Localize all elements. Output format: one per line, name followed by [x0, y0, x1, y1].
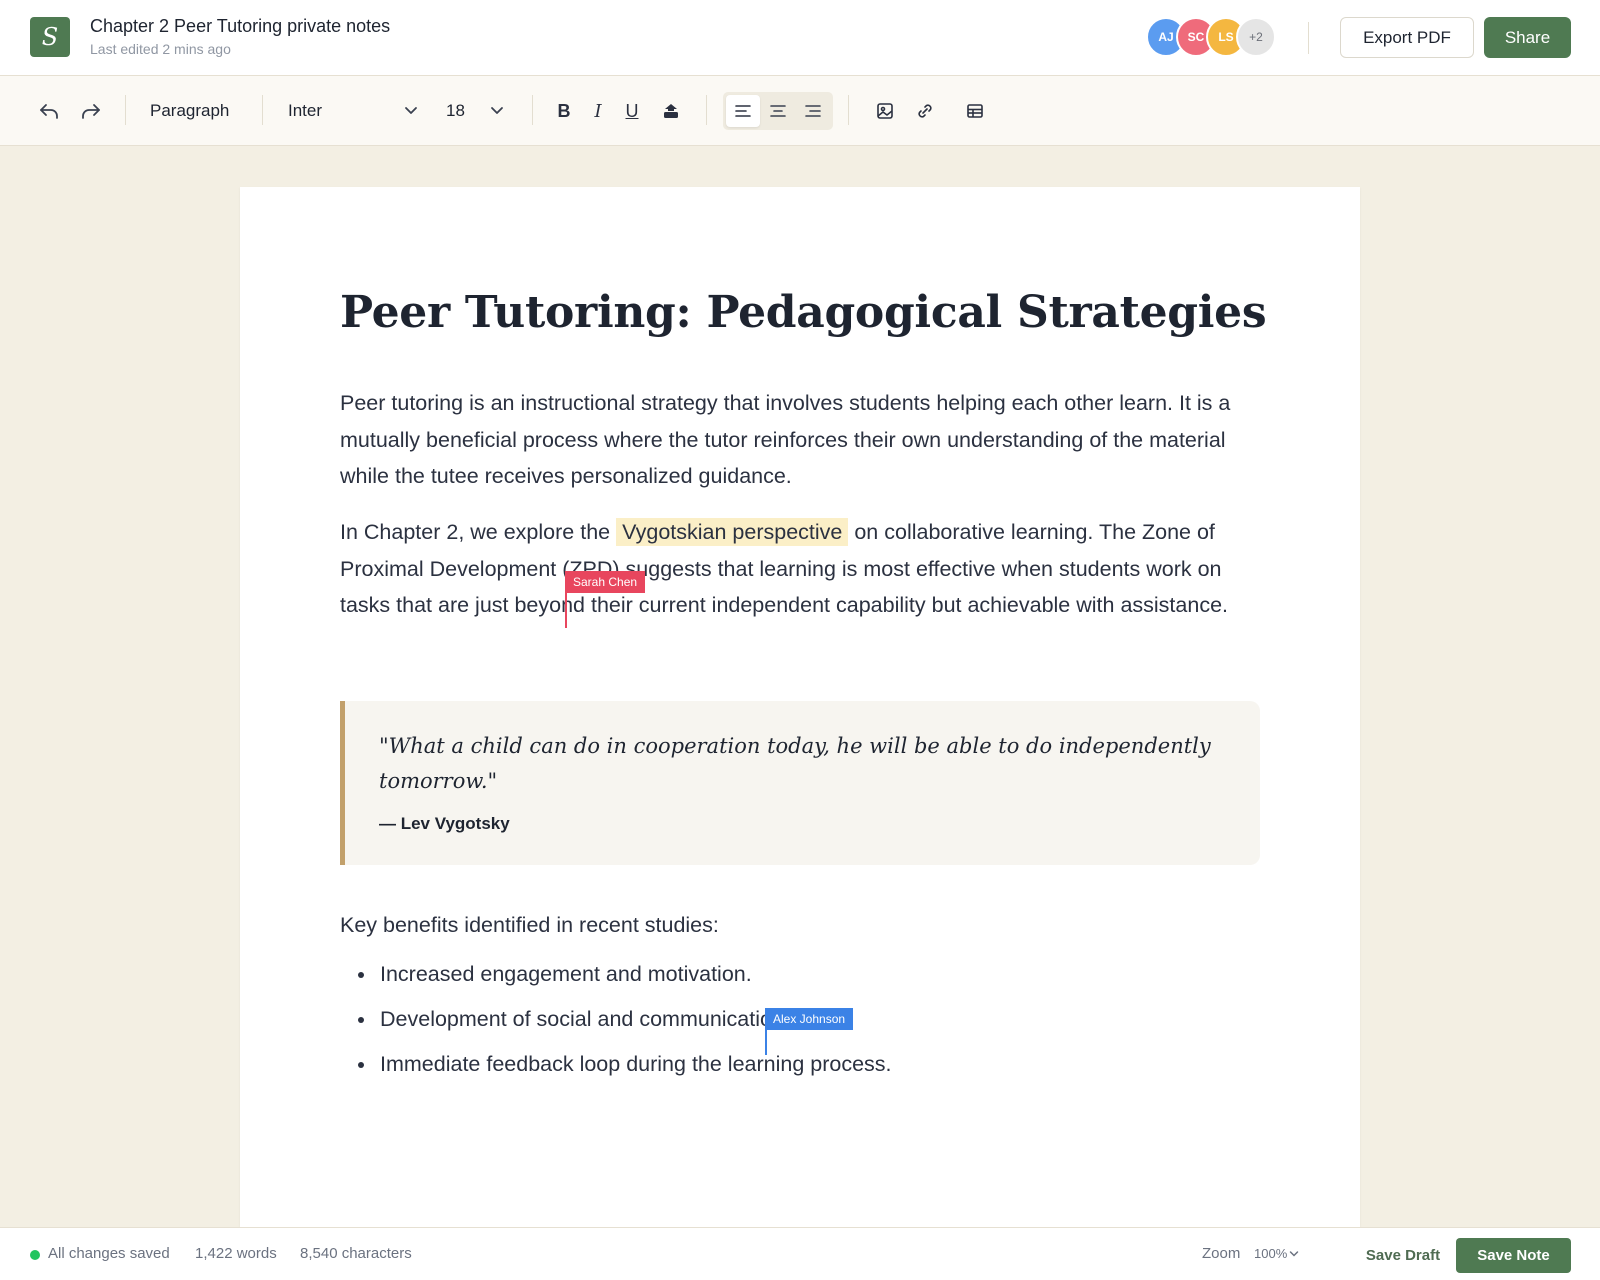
last-edited-status: Last edited 2 mins ago [90, 41, 231, 57]
zoom-value: 100% [1254, 1246, 1288, 1261]
align-right-icon[interactable] [801, 100, 825, 122]
zoom-label: Zoom [1202, 1245, 1241, 1262]
formatting-toolbar: Paragraph Inter 18 B I U [0, 76, 1600, 146]
paragraph[interactable]: In Chapter 2, we explore the Vygotskian … [340, 514, 1260, 624]
underline-button[interactable]: U [620, 98, 644, 124]
insert-image-icon[interactable] [872, 99, 898, 123]
paragraph[interactable]: Peer tutoring is an instructional strate… [340, 385, 1260, 495]
more-collaborators-badge[interactable]: +2 [1236, 17, 1276, 57]
bold-button[interactable]: B [552, 98, 576, 124]
document-page[interactable]: Peer Tutoring: Pedagogical Strategies Pe… [240, 187, 1360, 1227]
save-note-button[interactable]: Save Note [1456, 1238, 1571, 1273]
italic-button[interactable]: I [586, 98, 610, 124]
toolbar-divider [706, 95, 707, 125]
toolbar-divider [262, 95, 263, 125]
block-style-label: Paragraph [150, 101, 230, 120]
list-item[interactable]: Increased engagement and motivation. [340, 952, 1260, 997]
chevron-down-icon [1289, 1246, 1299, 1261]
save-status-dot [30, 1250, 40, 1260]
font-family-select[interactable]: Inter [288, 98, 418, 124]
align-center-icon[interactable] [766, 100, 790, 122]
header-divider [1308, 22, 1309, 54]
remote-cursor-label: Sarah Chen [565, 571, 646, 593]
app-header: S Chapter 2 Peer Tutoring private notes … [0, 0, 1600, 76]
save-draft-button[interactable]: Save Draft [1360, 1239, 1446, 1271]
zoom-select[interactable]: 100% [1254, 1246, 1299, 1261]
chevron-down-icon [490, 102, 504, 120]
toolbar-divider [848, 95, 849, 125]
insert-table-icon[interactable] [962, 99, 988, 123]
remote-cursor-label: Alex Johnson [765, 1008, 854, 1030]
font-size-select[interactable]: 18 [446, 98, 504, 124]
block-style-select[interactable]: Paragraph [150, 98, 229, 124]
blockquote[interactable]: "What a child can do in cooperation toda… [340, 701, 1260, 865]
paragraph-text: In Chapter 2, we explore the [340, 520, 617, 544]
chevron-down-icon [404, 102, 418, 120]
redo-icon[interactable] [78, 99, 104, 123]
align-left-icon[interactable] [731, 100, 755, 122]
app-logo[interactable]: S [30, 17, 70, 57]
share-button[interactable]: Share [1484, 17, 1571, 58]
quote-author: — Lev Vygotsky [379, 814, 510, 833]
toolbar-divider [125, 95, 126, 125]
undo-icon[interactable] [36, 99, 62, 123]
font-family-label: Inter [288, 101, 323, 120]
list-item[interactable]: Immediate feedback loop during the learn… [340, 1042, 1260, 1087]
word-count: 1,422 words [195, 1245, 277, 1262]
font-size-label: 18 [446, 101, 465, 120]
export-pdf-button[interactable]: Export PDF [1340, 17, 1474, 58]
document-title[interactable]: Chapter 2 Peer Tutoring private notes [90, 16, 390, 37]
paragraph[interactable]: Key benefits identified in recent studie… [340, 907, 1260, 944]
save-status: All changes saved [48, 1245, 170, 1262]
highlighted-text[interactable]: Vygotskian perspective [616, 518, 849, 546]
insert-link-icon[interactable] [912, 99, 938, 123]
quote-text: "What a child can do in cooperation toda… [379, 734, 1211, 793]
character-count: 8,540 characters [300, 1245, 412, 1262]
document-heading[interactable]: Peer Tutoring: Pedagogical Strategies [340, 287, 1267, 338]
text-color-icon[interactable] [658, 98, 684, 124]
remote-cursor-caret [565, 590, 567, 628]
toolbar-divider [532, 95, 533, 125]
status-bar: All changes saved 1,422 words 8,540 char… [0, 1227, 1600, 1280]
